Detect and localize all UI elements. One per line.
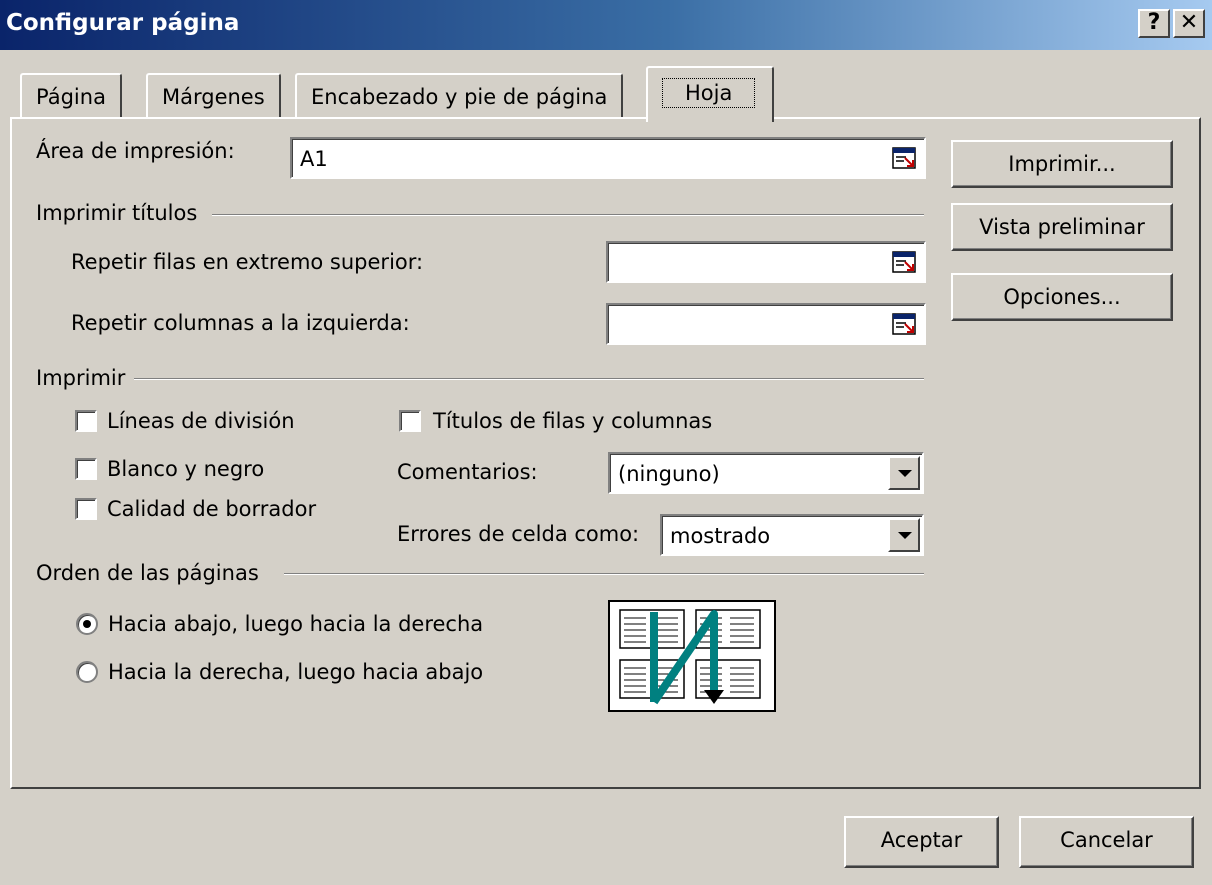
print-area-label: Área de impresión: [36,139,235,163]
over-then-down-label[interactable]: Hacia la derecha, luego hacia abajo [108,660,483,684]
repeat-cols-input[interactable] [606,303,926,345]
gridlines-checkbox[interactable] [75,410,97,432]
cell-errors-select[interactable]: mostrado [660,514,924,556]
collapse-dialog-icon[interactable] [892,312,916,336]
black-white-label[interactable]: Blanco y negro [107,457,264,481]
cell-errors-label: Errores de celda como: [397,522,640,546]
repeat-rows-label: Repetir filas en extremo superior: [71,250,424,274]
options-button-label: Opciones... [1003,285,1121,309]
over-then-down-radio[interactable] [76,661,98,683]
page-order-preview [608,600,776,712]
dropdown-arrow-icon[interactable] [888,518,920,552]
ok-button-label: Aceptar [880,828,963,852]
print-preview-button[interactable]: Vista preliminar [951,203,1173,251]
group-divider [134,378,924,380]
options-button[interactable]: Opciones... [951,273,1173,321]
collapse-dialog-icon[interactable] [892,146,916,170]
cancel-button-label: Cancelar [1060,828,1153,852]
print-preview-button-label: Vista preliminar [979,215,1145,239]
print-button-label: Imprimir... [1008,152,1116,176]
collapse-dialog-icon[interactable] [892,250,916,274]
print-group-label: Imprimir [36,366,126,390]
draft-quality-label[interactable]: Calidad de borrador [107,497,316,521]
comments-value: (ninguno) [618,462,720,486]
page-order-group-label: Orden de las páginas [36,561,259,585]
dropdown-arrow-icon[interactable] [888,456,920,490]
gridlines-label[interactable]: Líneas de división [107,409,295,433]
print-button[interactable]: Imprimir... [951,140,1173,188]
group-divider [212,214,924,216]
row-col-headings-label[interactable]: Títulos de filas y columnas [433,409,712,433]
down-then-over-label[interactable]: Hacia abajo, luego hacia la derecha [108,612,483,636]
cell-errors-value: mostrado [670,524,771,548]
comments-label: Comentarios: [397,460,538,484]
comments-select[interactable]: (ninguno) [608,452,924,494]
print-area-input[interactable]: A1 [290,137,926,179]
group-divider [284,573,924,575]
down-then-over-radio[interactable] [76,613,98,635]
repeat-cols-label: Repetir columnas a la izquierda: [71,311,410,335]
row-col-headings-checkbox[interactable] [399,410,421,432]
draft-quality-checkbox[interactable] [75,498,97,520]
black-white-checkbox[interactable] [75,458,97,480]
repeat-rows-input[interactable] [606,241,926,283]
page-order-diagram-icon [619,609,761,705]
print-area-value: A1 [300,147,328,171]
cancel-button[interactable]: Cancelar [1019,816,1194,868]
ok-button[interactable]: Aceptar [844,816,999,868]
print-titles-group-label: Imprimir títulos [36,201,198,225]
